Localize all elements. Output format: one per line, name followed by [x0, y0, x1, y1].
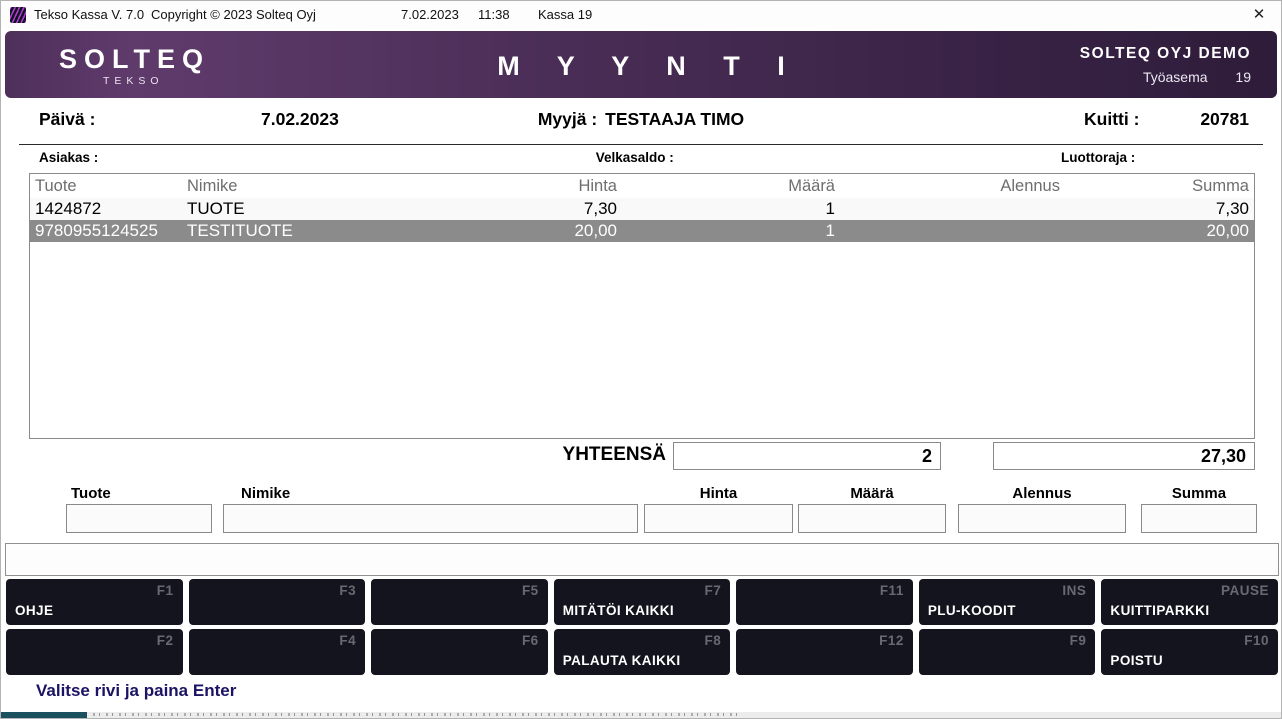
keycap-f10: F10 — [1244, 633, 1269, 648]
cell-maara: 1 — [622, 198, 840, 220]
f6-button[interactable]: F6 — [371, 629, 548, 675]
keycap-f6: F6 — [522, 633, 539, 648]
line-sum-input[interactable] — [1141, 504, 1257, 533]
divider-line — [19, 144, 1263, 145]
customer-info-row: Asiakas : Velkasaldo : Luottoraja : — [1, 150, 1281, 168]
table-row-selected[interactable]: 9780955124525 TESTITUOTE 20,00 1 20,00 — [30, 220, 1254, 242]
credit-limit-label: Luottoraja : — [1061, 150, 1135, 165]
keycap-f11: F11 — [880, 583, 904, 598]
col-header-summa: Summa — [1065, 174, 1254, 198]
col-header-maara: Määrä — [622, 174, 840, 198]
keycap-f9: F9 — [1070, 633, 1087, 648]
col-header-tuote: Tuote — [30, 174, 182, 198]
command-input[interactable] — [5, 543, 1279, 576]
discount-input[interactable] — [958, 504, 1126, 533]
cell-nimike: TESTITUOTE — [182, 220, 432, 242]
f9-button[interactable]: F9 — [919, 629, 1096, 675]
receipt-number: 20781 — [1200, 109, 1249, 130]
help-button[interactable]: F1 OHJE — [6, 579, 183, 625]
keycap-f8: F8 — [705, 633, 722, 648]
receipt-label: Kuitti : — [1084, 109, 1139, 130]
background-window-strip — [1, 712, 1281, 719]
function-key-grid: F1 OHJE F3 F5 F7 MITÄTÖI KAIKKI F11 INS … — [6, 579, 1278, 675]
cell-tuote: 1424872 — [30, 198, 182, 220]
entry-label-hinta: Hinta — [644, 485, 793, 502]
keycap-f12: F12 — [879, 633, 904, 648]
status-message: Valitse rivi ja paina Enter — [36, 681, 236, 701]
keycap-f3: F3 — [339, 583, 356, 598]
keycap-f4: F4 — [339, 633, 356, 648]
exit-button[interactable]: F10 POISTU — [1101, 629, 1278, 675]
cell-tuote: 9780955124525 — [30, 220, 182, 242]
window-title: Tekso Kassa V. 7.0 — [34, 1, 144, 29]
f12-button[interactable]: F12 — [736, 629, 913, 675]
total-sum-box: 27,30 — [993, 442, 1255, 470]
f3-button[interactable]: F3 — [189, 579, 366, 625]
return-all-button[interactable]: F8 PALAUTA KAIKKI — [554, 629, 731, 675]
price-input[interactable] — [644, 504, 793, 533]
product-name-input[interactable] — [223, 504, 638, 533]
cell-alennus — [840, 220, 1065, 242]
company-name: SOLTEQ OYJ DEMO — [1080, 45, 1251, 63]
entry-label-nimike: Nimike — [241, 485, 290, 502]
date-label: Päivä : — [39, 109, 95, 130]
keycap-f7: F7 — [705, 583, 722, 598]
workstation-number: 19 — [1235, 69, 1251, 85]
keycap-f1: F1 — [157, 583, 174, 598]
titlebar: Tekso Kassa V. 7.0 Copyright © 2023 Solt… — [1, 1, 1281, 29]
f2-button[interactable]: F2 — [6, 629, 183, 675]
table-row[interactable]: 1424872 TUOTE 7,30 1 7,30 — [30, 198, 1254, 220]
seller-label: Myyjä : — [538, 109, 597, 129]
cell-hinta: 20,00 — [432, 220, 622, 242]
entry-label-tuote: Tuote — [71, 485, 111, 502]
entry-label-summa: Summa — [1141, 485, 1257, 502]
titlebar-time: 11:38 — [478, 1, 510, 29]
background-window-clipped-text — [93, 713, 738, 716]
date-value: 7.02.2023 — [261, 109, 339, 130]
f11-button[interactable]: F11 — [736, 579, 913, 625]
col-header-nimike: Nimike — [182, 174, 432, 198]
workstation-label: Työasema — [1143, 69, 1208, 85]
f5-button[interactable]: F5 — [371, 579, 548, 625]
col-header-alennus: Alennus — [840, 174, 1065, 198]
close-icon[interactable]: ✕ — [1247, 1, 1271, 29]
keycap-pause: PAUSE — [1221, 583, 1269, 598]
seller-value: TESTAAJA TIMO — [605, 109, 744, 129]
workstation-info: Työasema 19 — [1080, 69, 1251, 85]
receipt-info-row: Päivä : 7.02.2023 Myyjä : TESTAAJA TIMO K… — [1, 109, 1281, 137]
cell-summa: 7,30 — [1065, 198, 1254, 220]
customer-label: Asiakas : — [39, 150, 98, 165]
debt-balance-label: Velkasaldo : — [596, 150, 674, 165]
f4-button[interactable]: F4 — [189, 629, 366, 675]
cell-maara: 1 — [622, 220, 840, 242]
tekso-logo-icon[interactable] — [10, 7, 26, 23]
cell-hinta: 7,30 — [432, 198, 622, 220]
entry-label-maara: Määrä — [798, 485, 946, 502]
app-window: Tekso Kassa V. 7.0 Copyright © 2023 Solt… — [0, 0, 1282, 719]
receipt-park-button[interactable]: PAUSE KUITTIPARKKI — [1101, 579, 1278, 625]
keycap-f5: F5 — [522, 583, 539, 598]
status-bar: Valitse rivi ja paina Enter — [1, 678, 1281, 712]
total-quantity-box: 2 — [673, 442, 941, 470]
keycap-ins: INS — [1062, 583, 1086, 598]
background-window-teal-block — [1, 712, 87, 719]
cell-summa: 20,00 — [1065, 220, 1254, 242]
col-header-hinta: Hinta — [432, 174, 622, 198]
app-header: SOLTEQ TEKSO M Y Y N T I SOLTEQ OYJ DEMO… — [5, 31, 1277, 98]
void-all-button[interactable]: F7 MITÄTÖI KAIKKI — [554, 579, 731, 625]
titlebar-register: Kassa 19 — [538, 1, 592, 29]
cell-alennus — [840, 198, 1065, 220]
quantity-input[interactable] — [798, 504, 946, 533]
total-label: YHTEENSÄ — [506, 444, 666, 466]
titlebar-date: 7.02.2023 — [401, 1, 459, 29]
copyright-text: Copyright © 2023 Solteq Oyj — [151, 1, 316, 29]
seller-info: Myyjä : TESTAAJA TIMO — [538, 109, 744, 130]
sale-lines-table: Tuote Nimike Hinta Määrä Alennus Summa 1… — [29, 173, 1255, 439]
keycap-f2: F2 — [157, 633, 174, 648]
cell-nimike: TUOTE — [182, 198, 432, 220]
plu-codes-button[interactable]: INS PLU-KOODIT — [919, 579, 1096, 625]
entry-label-alennus: Alennus — [958, 485, 1126, 502]
table-header-row: Tuote Nimike Hinta Määrä Alennus Summa — [30, 174, 1254, 198]
product-code-input[interactable] — [66, 504, 212, 533]
